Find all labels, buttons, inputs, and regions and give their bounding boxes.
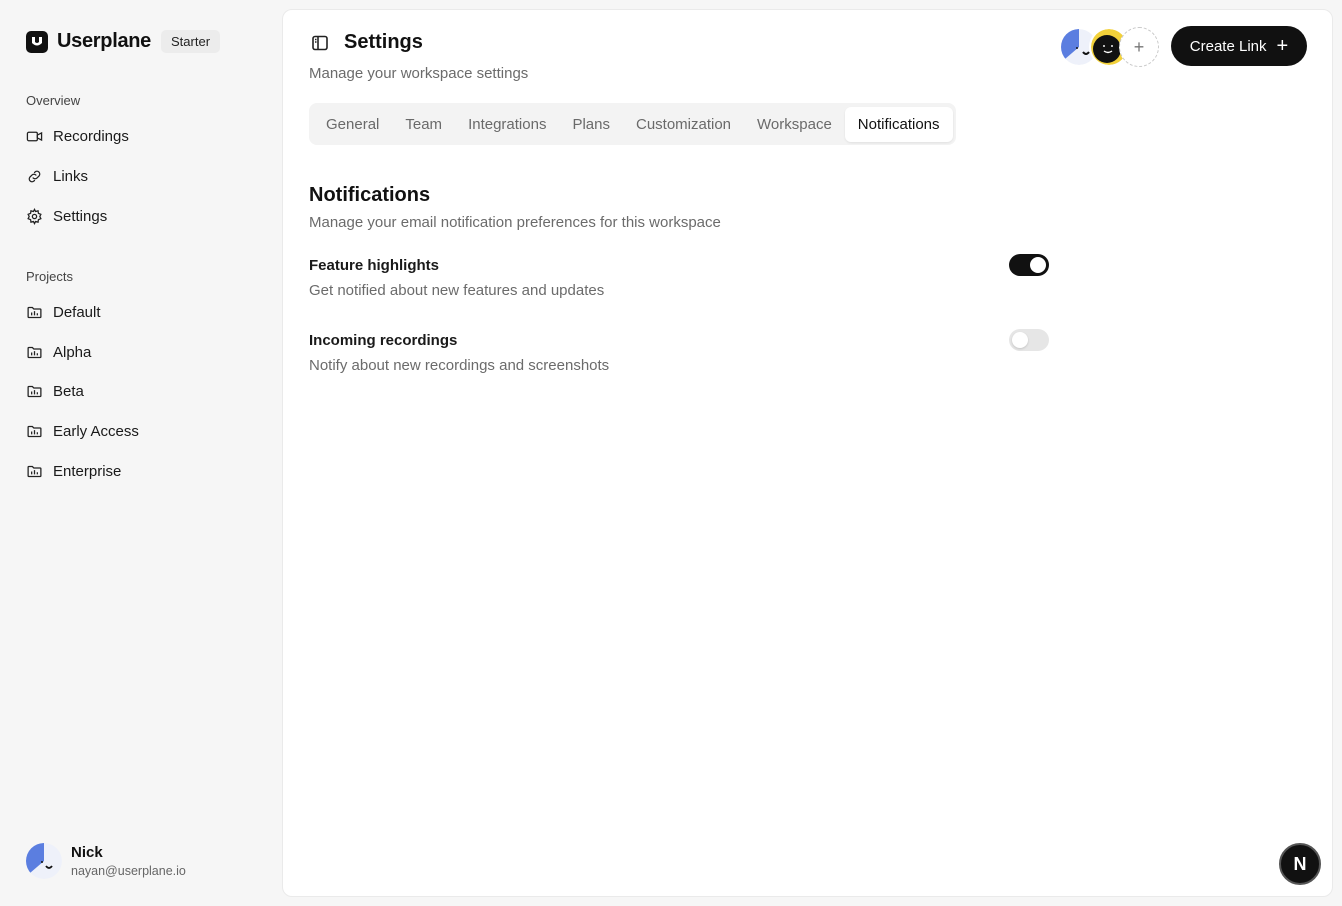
sidebar-item-label: Settings [53,207,108,225]
sidebar-item-early-access[interactable]: Early Access [26,420,139,442]
setting-title: Feature highlights [309,257,440,274]
folder-icon [27,306,42,318]
avatar [26,843,62,879]
folder-icon [27,465,42,477]
setting-description: Get notified about new features and upda… [309,282,605,299]
sidebar-item-links[interactable]: Links [26,165,88,187]
sidebar-item-label: Default [53,303,101,321]
tab-integrations[interactable]: Integrations [455,107,559,142]
add-member-icon[interactable]: + [1119,27,1159,67]
sidebar: Userplane Starter Overview Recordings Li… [0,0,282,906]
gear-icon [27,207,42,225]
sidebar-item-beta[interactable]: Beta [26,380,84,402]
tab-workspace[interactable]: Workspace [744,107,845,142]
plan-badge: Starter [161,30,221,53]
sidebar-item-recordings[interactable]: Recordings [26,125,129,147]
sidebar-item-settings[interactable]: Settings [26,205,107,227]
sidebar-item-default[interactable]: Default [26,301,101,323]
tab-general[interactable]: General [313,107,392,142]
section-title: Notifications [309,184,431,206]
main-panel: Settings Manage your workspace settings … [282,9,1333,897]
feature-highlights-toggle[interactable] [1009,254,1049,276]
user-profile[interactable]: Nick nayan@userplane.io [26,843,186,879]
floating-n-badge[interactable]: N [1279,843,1321,885]
tab-plans[interactable]: Plans [559,107,623,142]
page-title: Settings [344,31,423,53]
incoming-recordings-toggle[interactable] [1009,329,1049,351]
setting-description: Notify about new recordings and screensh… [309,357,610,374]
folder-icon [27,346,42,358]
link-icon [28,170,41,182]
user-name: Nick [71,844,103,861]
sidebar-item-label: Alpha [53,343,92,361]
brand[interactable]: Userplane Starter [26,30,221,53]
collaborator-avatars[interactable]: + [1059,27,1159,67]
section-description: Manage your email notification preferenc… [309,214,721,231]
sidebar-item-label: Recordings [53,127,129,145]
overview-label: Overview [26,93,81,108]
setting-feature-highlights: Feature highlights Get notified about ne… [309,254,1049,299]
userplane-logo-icon [26,30,48,53]
brand-name: Userplane [57,30,152,52]
tab-customization[interactable]: Customization [623,107,744,142]
tab-team[interactable]: Team [392,107,455,142]
sidebar-item-enterprise[interactable]: Enterprise [26,460,121,482]
sidebar-item-label: Early Access [53,422,139,440]
page-subtitle: Manage your workspace settings [309,65,529,82]
folder-icon [27,425,42,437]
sidebar-item-label: Links [53,167,89,185]
plus-icon: + [1276,35,1289,57]
create-link-button[interactable]: Create Link + [1171,26,1307,66]
settings-tabs: General Team Integrations Plans Customiz… [309,103,956,145]
sidebar-item-label: Enterprise [53,462,122,480]
folder-icon [27,385,42,397]
video-icon [26,131,43,141]
sidebar-item-label: Beta [53,382,84,400]
sidebar-toggle-icon[interactable] [311,34,329,52]
tab-notifications[interactable]: Notifications [844,106,953,142]
setting-title: Incoming recordings [309,332,458,349]
user-email: nayan@userplane.io [71,864,186,878]
create-link-label: Create Link [1189,37,1267,55]
sidebar-item-alpha[interactable]: Alpha [26,341,91,363]
setting-incoming-recordings: Incoming recordings Notify about new rec… [309,329,1049,374]
projects-label: Projects [26,269,73,284]
